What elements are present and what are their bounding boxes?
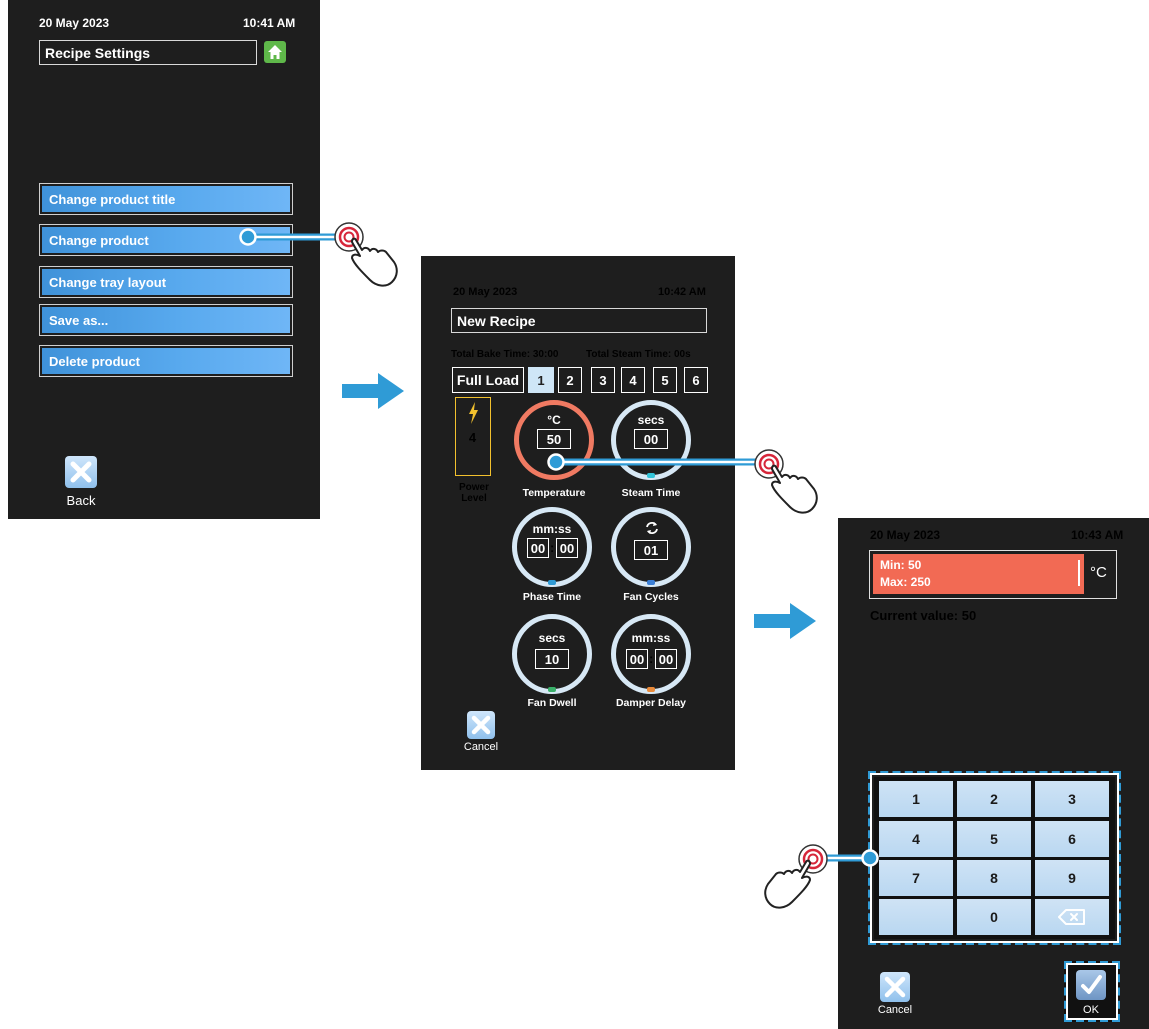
home-button[interactable] [264, 41, 286, 63]
temperature-unit: °C [547, 413, 561, 427]
full-load-tab[interactable]: Full Load [452, 367, 524, 393]
fan-dwell-unit: secs [538, 631, 566, 645]
time-colon: : [649, 651, 654, 666]
fan-dwell-dial[interactable]: secs 10 [512, 614, 592, 694]
ok-label: OK [1083, 1004, 1099, 1016]
cancel-button[interactable] [467, 711, 495, 739]
unit-label: °C [1090, 564, 1107, 581]
phase-time-label: Phase Time [522, 591, 582, 603]
current-value: Current value: 50 [870, 608, 977, 623]
min-value: Min: 50 [880, 558, 922, 572]
power-value: 4 [468, 430, 477, 445]
keypad: 1 2 3 4 5 6 7 8 9 0 [874, 777, 1115, 939]
key-2[interactable]: 2 [957, 781, 1031, 817]
fan-dwell-label: Fan Dwell [527, 697, 577, 709]
refresh-icon [646, 522, 658, 534]
checkmark-icon [1081, 975, 1102, 994]
cancel-label: Cancel [463, 741, 499, 753]
power-level-label: Power Level [458, 482, 489, 504]
cancel-label: Cancel [877, 1004, 913, 1016]
back-label: Back [66, 493, 96, 508]
dial-indicator [548, 687, 556, 692]
phase-time-dial[interactable]: mm:ss 00 : 00 [512, 507, 592, 587]
hand-pointer-icon [764, 844, 828, 909]
key-blank [879, 899, 953, 935]
key-7[interactable]: 7 [879, 860, 953, 896]
fan-cycles-value: 01 [634, 540, 668, 560]
phase-time-mm: 00 [527, 538, 549, 558]
key-6[interactable]: 6 [1035, 821, 1109, 857]
phase-tab-2[interactable]: 2 [558, 367, 582, 393]
phase-tab-6[interactable]: 6 [684, 367, 708, 393]
backspace-key[interactable] [1035, 899, 1109, 935]
screen1-time: 10:41 AM [243, 16, 296, 30]
phase-tab-4[interactable]: 4 [621, 367, 645, 393]
fan-dwell-value: 10 [535, 649, 569, 669]
phase-tab-5[interactable]: 5 [653, 367, 677, 393]
fan-cycles-dial[interactable]: 01 [611, 507, 691, 587]
fan-cycles-label: Fan Cycles [623, 591, 679, 603]
screen2-date: 20 May 2023 [453, 286, 518, 298]
screen2-title[interactable]: New Recipe [451, 308, 707, 333]
menu-label: Change tray layout [42, 269, 290, 295]
power-level-button[interactable]: 4 [455, 397, 491, 476]
text-cursor [1078, 560, 1080, 586]
callout-line-2 [547, 453, 766, 471]
value-input-frame[interactable]: Min: 50 Max: 250 °C [869, 550, 1117, 599]
damper-delay-ss: 00 [655, 649, 677, 669]
delete-product-button[interactable]: Delete product [39, 345, 293, 377]
close-icon [884, 976, 906, 998]
key-5[interactable]: 5 [957, 821, 1031, 857]
menu-label: Save as... [42, 307, 290, 333]
damper-delay-unit: mm:ss [631, 631, 671, 645]
back-button[interactable] [65, 456, 97, 488]
damper-delay-dial[interactable]: mm:ss 00 : 00 [611, 614, 691, 694]
home-icon [268, 45, 282, 59]
phase-time-ss: 00 [556, 538, 578, 558]
steam-time-unit: secs [637, 413, 665, 427]
arrow-right-icon [754, 603, 816, 639]
arrow-right-icon [342, 373, 404, 409]
screen2-time: 10:42 AM [658, 286, 706, 298]
key-3[interactable]: 3 [1035, 781, 1109, 817]
backspace-icon [1058, 909, 1085, 925]
value-input-field[interactable]: Min: 50 Max: 250 [873, 554, 1084, 594]
screen3-date: 20 May 2023 [870, 528, 941, 542]
screen1-title: Recipe Settings [39, 40, 257, 65]
damper-delay-mm: 00 [626, 649, 648, 669]
cancel-button[interactable] [880, 972, 910, 1002]
key-9[interactable]: 9 [1035, 860, 1109, 896]
screen1-date: 20 May 2023 [39, 16, 110, 30]
hand-pointer-icon [754, 449, 818, 514]
key-1[interactable]: 1 [879, 781, 953, 817]
key-8[interactable]: 8 [957, 860, 1031, 896]
close-icon [70, 461, 92, 483]
damper-delay-label: Damper Delay [615, 697, 687, 709]
temperature-label: Temperature [522, 487, 586, 499]
recipe-phase-screen [421, 256, 735, 770]
change-product-title-button[interactable]: Change product title [39, 183, 293, 215]
key-4[interactable]: 4 [879, 821, 953, 857]
close-icon [471, 715, 491, 735]
total-bake-time: Total Bake Time: 30:00 [451, 349, 559, 360]
ok-button[interactable] [1076, 970, 1106, 1000]
dial-indicator [548, 580, 556, 585]
save-as-button[interactable]: Save as... [39, 304, 293, 336]
max-value: Max: 250 [880, 575, 931, 589]
change-tray-layout-button[interactable]: Change tray layout [39, 266, 293, 298]
phase-tab-1[interactable]: 1 [528, 367, 554, 393]
menu-label: Delete product [42, 348, 290, 374]
total-steam-time: Total Steam Time: 00s [586, 349, 691, 360]
phase-tab-3[interactable]: 3 [591, 367, 615, 393]
key-0[interactable]: 0 [957, 899, 1031, 935]
dial-indicator [647, 687, 655, 692]
screen3-time: 10:43 AM [1071, 528, 1124, 542]
dial-indicator [647, 580, 655, 585]
steam-time-label: Steam Time [621, 487, 681, 499]
menu-label: Change product title [42, 186, 290, 212]
lightning-icon [469, 402, 478, 424]
hand-pointer-icon [334, 222, 398, 287]
time-colon: : [550, 540, 555, 555]
phase-time-unit: mm:ss [532, 522, 572, 536]
